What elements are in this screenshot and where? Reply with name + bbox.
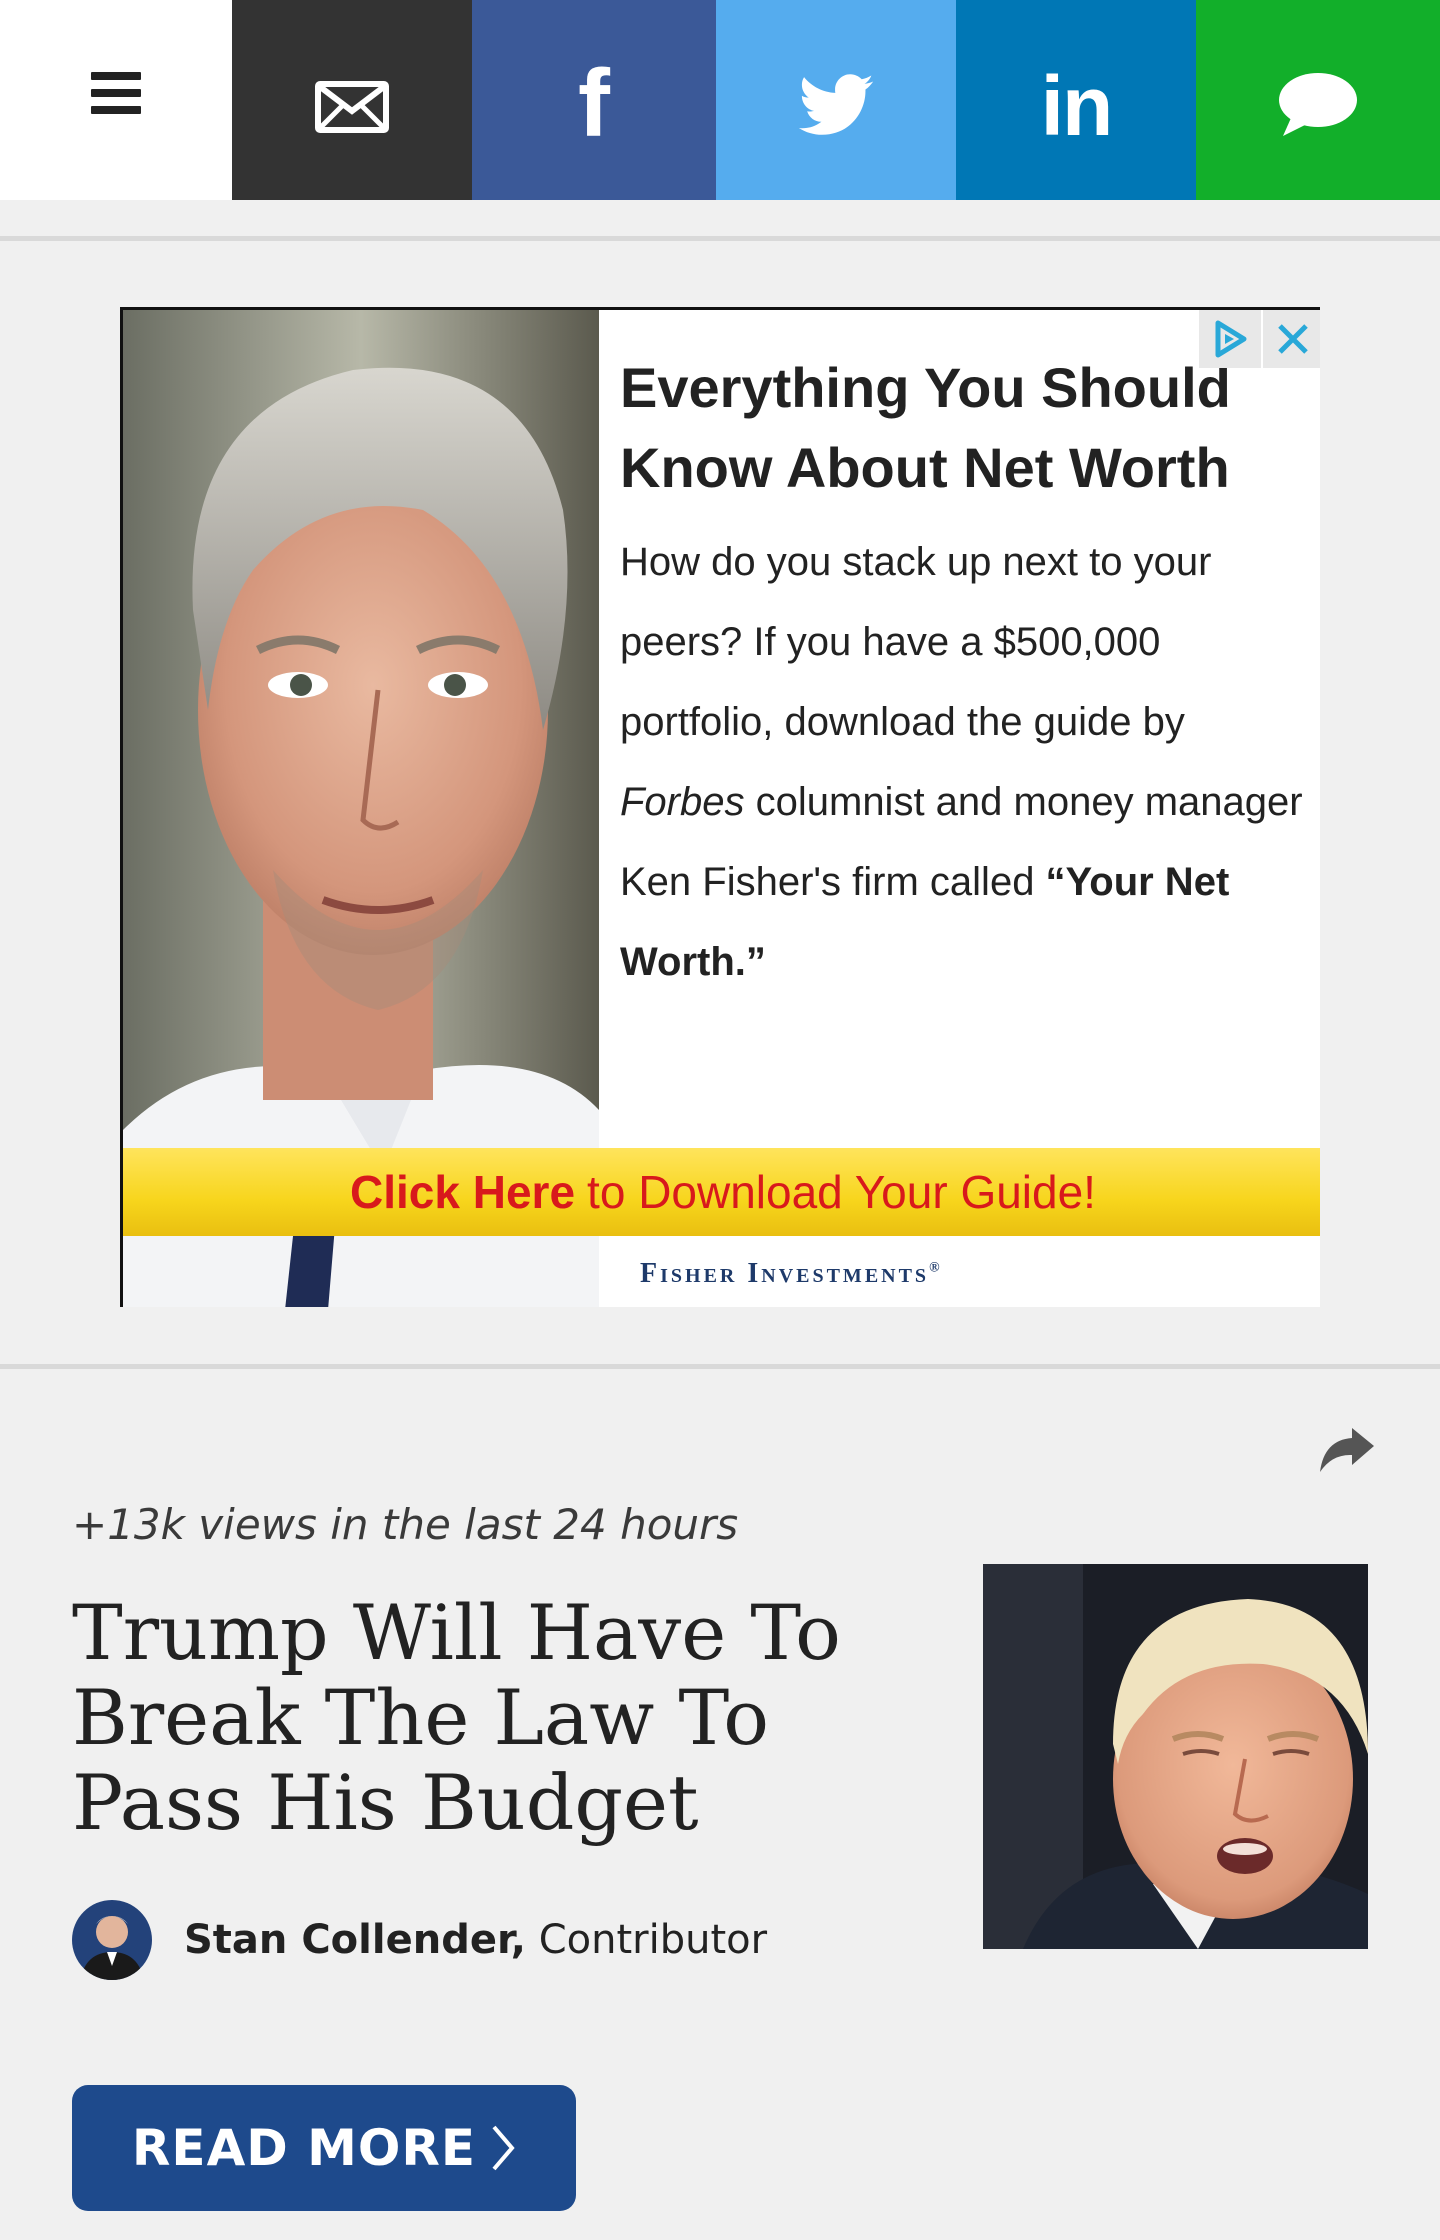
twitter-share-button[interactable] bbox=[716, 0, 956, 200]
read-more-label: READ MORE bbox=[131, 2119, 477, 2177]
facebook-icon: f bbox=[578, 50, 610, 157]
author-name[interactable]: Stan Collender, Contributor bbox=[184, 1917, 767, 1963]
avatar bbox=[72, 1900, 152, 1980]
linkedin-share-button[interactable]: in bbox=[956, 0, 1196, 200]
author-byline[interactable]: Stan Collender, Contributor bbox=[72, 1900, 767, 1980]
ad-cta-bold: Click Here bbox=[350, 1166, 576, 1218]
share-bar: f in bbox=[0, 0, 1440, 200]
facebook-share-button[interactable]: f bbox=[472, 0, 716, 200]
ad-advertiser-mark: ® bbox=[929, 1260, 943, 1276]
twitter-bird-icon bbox=[798, 74, 874, 135]
adchoices-button[interactable] bbox=[1199, 310, 1261, 368]
ad-advertiser-logo: Fisher Investments® bbox=[640, 1258, 943, 1290]
menu-button[interactable] bbox=[0, 0, 232, 200]
author-name-bold: Stan Collender, bbox=[184, 1917, 526, 1963]
ad-advertiser-name: Fisher Investments bbox=[640, 1258, 930, 1289]
ad-headline: Everything You Should Know About Net Wor… bbox=[620, 356, 1231, 499]
sms-share-button[interactable] bbox=[1196, 0, 1440, 200]
ad-cta-text: to Download Your Guide! bbox=[587, 1166, 1096, 1218]
ad-close-button[interactable] bbox=[1263, 310, 1320, 368]
article-title[interactable]: Trump Will Have To Break The Law To Pass… bbox=[72, 1590, 952, 1845]
article-thumbnail[interactable] bbox=[983, 1564, 1368, 1949]
ad-body: How do you stack up next to your peers? … bbox=[620, 522, 1310, 1002]
envelope-icon bbox=[315, 81, 389, 133]
adchoices-icon bbox=[1215, 320, 1247, 358]
read-more-button[interactable]: READ MORE bbox=[72, 2085, 576, 2211]
advertisement[interactable]: Everything You Should Know About Net Wor… bbox=[120, 307, 1320, 1307]
share-arrow-icon[interactable] bbox=[1318, 1426, 1376, 1474]
divider bbox=[0, 236, 1440, 241]
divider bbox=[0, 1364, 1440, 1369]
speech-bubble-icon bbox=[1279, 73, 1357, 136]
author-role: Contributor bbox=[538, 1917, 768, 1963]
linkedin-icon: in bbox=[1040, 59, 1114, 153]
email-share-button[interactable] bbox=[232, 0, 472, 200]
view-count: +13k views in the last 24 hours bbox=[72, 1500, 739, 1549]
ad-body-text: How do you stack up next to your peers? … bbox=[620, 540, 1212, 744]
close-icon bbox=[1278, 324, 1308, 354]
ad-body-brand: Forbes bbox=[620, 780, 745, 824]
ad-cta-banner[interactable]: Click Here to Download Your Guide! bbox=[123, 1148, 1320, 1236]
ad-copy: Everything You Should Know About Net Wor… bbox=[620, 348, 1310, 1002]
chevron-right-icon bbox=[490, 2123, 516, 2173]
hamburger-menu-icon bbox=[91, 71, 141, 123]
